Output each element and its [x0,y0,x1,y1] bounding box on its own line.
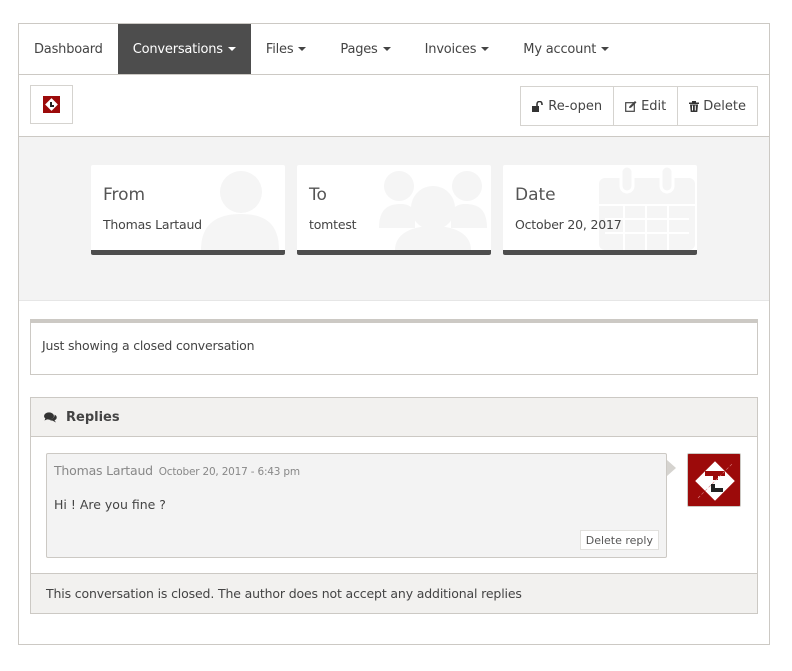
logo-button[interactable] [30,85,73,124]
nav-my-account[interactable]: My account [504,24,624,74]
date-value: October 20, 2017 [515,217,622,232]
from-title: From [103,185,146,205]
nav-conversations-label: Conversations [132,41,223,57]
nav-my-account-label: My account [523,41,597,57]
nav-files-label: Files [265,41,294,57]
comments-icon [44,411,57,422]
edit-icon [625,100,637,112]
conversation-message: Just showing a closed conversation [30,319,758,375]
reply-pointer [667,460,676,476]
reopen-button[interactable]: Re-open [520,86,615,126]
nav-dashboard[interactable]: Dashboard [19,24,118,74]
conversation-toolbar: Re-open Edit Delete [19,75,769,137]
to-card: To tomtest [297,165,491,255]
company-logo-icon [688,454,740,506]
caret-down-icon [601,47,610,51]
delete-label: Delete [703,98,746,114]
caret-down-icon [298,47,307,51]
date-title: Date [515,185,556,205]
edit-button[interactable]: Edit [613,86,679,126]
caret-down-icon [382,47,391,51]
edit-label: Edit [641,98,667,114]
delete-reply-button[interactable]: Delete reply [579,530,659,550]
closed-notice: This conversation is closed. The author … [31,573,757,613]
trash-icon [689,100,700,112]
delete-button[interactable]: Delete [677,86,758,126]
calendar-icon [599,166,695,250]
to-value: tomtest [309,217,357,232]
date-card: Date October 20, 2017 [503,165,697,255]
replies-title: Replies [66,409,120,425]
replies-panel: Replies Thomas Lartaud October 20, 2017 … [30,397,758,614]
conversation-page: Dashboard Conversations Files Pages Invo… [18,23,770,645]
reply-author-name: Thomas Lartaud [54,463,153,478]
reply-body: Hi ! Are you fine ? [54,497,166,512]
replies-header: Replies [31,398,757,437]
nav-pages[interactable]: Pages [321,24,405,74]
from-card: From Thomas Lartaud [91,165,285,255]
reply-item: Thomas Lartaud October 20, 2017 - 6:43 p… [46,453,667,558]
conversation-info: From Thomas Lartaud To tomtest Date Octo… [19,137,769,301]
nav-invoices-label: Invoices [424,41,477,57]
from-value: Thomas Lartaud [103,217,202,232]
reply-date: October 20, 2017 - 6:43 pm [158,466,300,478]
unlock-icon [532,100,544,112]
caret-down-icon [227,47,236,51]
reopen-label: Re-open [548,98,603,114]
user-icon [201,171,279,250]
nav-invoices[interactable]: Invoices [406,24,505,74]
nav-pages-label: Pages [340,41,378,57]
action-buttons: Re-open Edit Delete [520,86,758,126]
main-nav: Dashboard Conversations Files Pages Invo… [19,24,769,75]
nav-conversations[interactable]: Conversations [117,24,251,74]
reply-author-avatar [687,453,741,507]
users-icon [379,171,487,250]
message-text: Just showing a closed conversation [42,338,255,353]
nav-files[interactable]: Files [251,24,322,74]
company-logo-icon [43,96,60,113]
caret-down-icon [481,47,490,51]
to-title: To [309,185,327,205]
nav-dashboard-label: Dashboard [34,41,103,57]
